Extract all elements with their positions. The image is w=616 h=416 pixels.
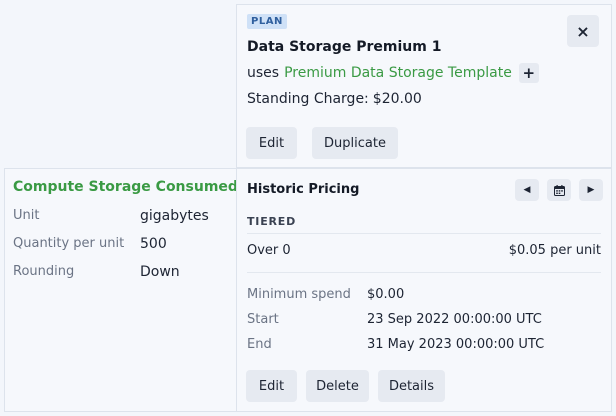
add-button[interactable]: + bbox=[518, 63, 539, 83]
end-label: End bbox=[247, 337, 272, 352]
rounding-label: Rounding bbox=[13, 264, 75, 279]
delete-pricing-button[interactable]: Delete bbox=[306, 370, 369, 402]
previous-button[interactable]: ◀ bbox=[515, 179, 539, 201]
pricing-title: Historic Pricing bbox=[247, 182, 360, 197]
minimum-spend-label: Minimum spend bbox=[247, 287, 351, 302]
divider bbox=[247, 233, 601, 234]
start-value: 23 Sep 2022 00:00:00 UTC bbox=[367, 312, 542, 327]
unit-value: gigabytes bbox=[140, 208, 209, 224]
unit-label: Unit bbox=[13, 208, 40, 223]
template-link[interactable]: Premium Data Storage Template bbox=[284, 65, 512, 81]
plan-title: Data Storage Premium 1 bbox=[247, 39, 442, 55]
standing-charge-label: Standing Charge: bbox=[247, 91, 369, 107]
plan-card: PLAN × Data Storage Premium 1 uses Premi… bbox=[236, 4, 612, 168]
edit-plan-button[interactable]: Edit bbox=[246, 127, 297, 159]
close-button[interactable]: × bbox=[567, 15, 599, 47]
minimum-spend-value: $0.00 bbox=[367, 287, 405, 302]
standing-charge: Standing Charge: $20.00 bbox=[247, 91, 422, 107]
quantity-per-unit-label: Quantity per unit bbox=[13, 236, 125, 251]
quantity-per-unit-value: 500 bbox=[140, 236, 167, 252]
start-label: Start bbox=[247, 312, 279, 327]
caret-right-icon: ▶ bbox=[587, 185, 595, 195]
pricing-model-label: TIERED bbox=[247, 215, 297, 228]
metric-title: Compute Storage Consumed bbox=[13, 179, 238, 195]
pricing-card: Historic Pricing ◀ ▶ TIERED Over 0 $0.05… bbox=[236, 168, 612, 412]
tier-range: Over 0 bbox=[247, 243, 291, 258]
template-line: uses Premium Data Storage Template + bbox=[247, 63, 539, 83]
plan-badge: PLAN bbox=[247, 14, 287, 29]
details-button[interactable]: Details bbox=[378, 370, 445, 402]
plus-icon: + bbox=[522, 64, 536, 82]
duplicate-plan-button[interactable]: Duplicate bbox=[312, 127, 398, 159]
caret-left-icon: ◀ bbox=[523, 185, 531, 195]
uses-label: uses bbox=[247, 65, 280, 81]
standing-charge-value: $20.00 bbox=[372, 91, 422, 107]
divider bbox=[247, 272, 601, 273]
metric-card: Compute Storage Consumed Unit gigabytes … bbox=[4, 168, 238, 412]
calendar-icon bbox=[553, 184, 565, 196]
next-button[interactable]: ▶ bbox=[579, 179, 603, 201]
rounding-value: Down bbox=[140, 264, 180, 280]
close-icon: × bbox=[576, 21, 590, 41]
tier-price: $0.05 per unit bbox=[508, 243, 601, 258]
edit-pricing-button[interactable]: Edit bbox=[246, 370, 297, 402]
calendar-button[interactable] bbox=[547, 179, 571, 201]
end-value: 31 May 2023 00:00:00 UTC bbox=[367, 337, 545, 352]
